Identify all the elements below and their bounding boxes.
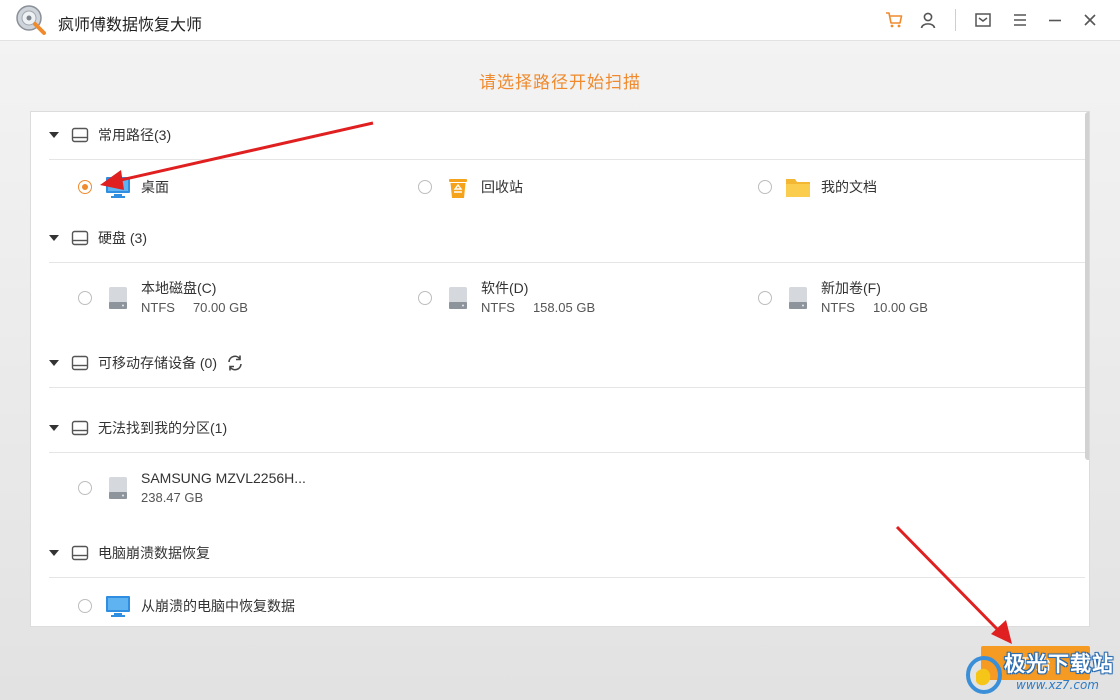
section-label: 无法找到我的分区(1) — [98, 420, 228, 436]
disk-info: 新加卷(F) NTFS 10.00 GB — [821, 278, 928, 318]
user-icon — [920, 12, 936, 29]
app-logo-icon — [16, 5, 46, 35]
drive-outline-icon — [71, 420, 89, 436]
drive-outline-icon — [71, 127, 89, 143]
radio-button[interactable] — [78, 599, 92, 613]
hard-drive-icon — [444, 284, 472, 312]
disk-meta: NTFS 10.00 GB — [821, 298, 928, 318]
app-title: 疯师傅数据恢复大师 — [58, 17, 203, 34]
section-lost-partitions[interactable]: 无法找到我的分区(1) — [49, 417, 227, 439]
close-button[interactable] — [1078, 8, 1102, 32]
item-label: 我的文档 — [821, 179, 877, 195]
caret-down-icon[interactable] — [49, 360, 59, 366]
minimize-icon — [1049, 19, 1061, 22]
section-hard-disks[interactable]: 硬盘 (3) — [49, 227, 147, 249]
section-divider — [49, 159, 1085, 160]
recycle-bin-icon — [444, 173, 472, 201]
section-divider — [49, 577, 1085, 578]
disk-meta: NTFS 158.05 GB — [481, 298, 595, 318]
drive-outline-icon — [71, 545, 89, 561]
watermark-logo-icon — [966, 656, 1002, 694]
path-item-recycle-bin[interactable]: 回收站 — [418, 173, 523, 201]
message-button[interactable] — [971, 8, 995, 32]
disk-name: 本地磁盘(C) — [141, 280, 217, 296]
section-divider — [49, 262, 1085, 263]
account-button[interactable] — [916, 8, 940, 32]
watermark-url: www.xz7.com — [1016, 678, 1099, 692]
disk-size: 158.05 GB — [532, 300, 596, 315]
disk-info: 软件(D) NTFS 158.05 GB — [481, 278, 595, 318]
item-label: 从崩溃的电脑中恢复数据 — [141, 598, 295, 614]
hard-drive-icon — [104, 474, 132, 502]
section-label: 常用路径(3) — [98, 127, 172, 143]
mail-icon — [975, 13, 991, 27]
menu-button[interactable] — [1008, 8, 1032, 32]
disk-size: 10.00 GB — [872, 300, 928, 315]
disk-meta: NTFS 70.00 GB — [141, 298, 248, 318]
disk-filesystem: NTFS — [481, 300, 515, 315]
disk-filesystem: NTFS — [821, 300, 855, 315]
path-item-desktop[interactable]: 桌面 — [78, 173, 169, 201]
cart-icon — [886, 12, 903, 28]
title-bar: 疯师傅数据恢复大师 — [0, 0, 1120, 41]
drive-outline-icon — [71, 230, 89, 246]
location-panel: 常用路径(3) 桌面 回收站 我的文档 硬盘 (3) 本地磁盘(C) NTFS … — [30, 111, 1090, 627]
disk-filesystem: NTFS — [141, 300, 175, 315]
minimize-button[interactable] — [1043, 8, 1067, 32]
item-label: 回收站 — [481, 179, 523, 195]
drive-outline-icon — [71, 355, 89, 371]
disk-size: 238.47 GB — [141, 490, 204, 505]
section-label: 可移动存储设备 (0) — [98, 355, 217, 371]
close-icon — [1084, 14, 1096, 26]
radio-button[interactable] — [78, 180, 92, 194]
radio-button[interactable] — [78, 481, 92, 495]
radio-button[interactable] — [78, 291, 92, 305]
disk-name: 新加卷(F) — [821, 280, 881, 296]
titlebar-separator — [955, 9, 956, 31]
watermark-text: 极光下载站 — [1004, 653, 1114, 676]
disk-info: SAMSUNG MZVL2256H... 238.47 GB — [141, 468, 306, 508]
lost-partition-item[interactable]: SAMSUNG MZVL2256H... 238.47 GB — [78, 468, 306, 508]
caret-down-icon[interactable] — [49, 235, 59, 241]
item-label: 桌面 — [141, 179, 169, 195]
watermark: 极光下载站 www.xz7.com — [960, 645, 1120, 700]
cart-button[interactable] — [882, 8, 906, 32]
section-removable-devices[interactable]: 可移动存储设备 (0) — [49, 352, 245, 374]
disk-size: 70.00 GB — [192, 300, 248, 315]
section-common-paths[interactable]: 常用路径(3) — [49, 124, 171, 146]
page-subtitle: 请选择路径开始扫描 — [479, 73, 641, 92]
section-divider — [49, 387, 1085, 388]
caret-down-icon[interactable] — [49, 550, 59, 556]
caret-down-icon[interactable] — [49, 132, 59, 138]
hard-drive-icon — [104, 284, 132, 312]
path-item-documents[interactable]: 我的文档 — [758, 173, 877, 201]
disk-item-c[interactable]: 本地磁盘(C) NTFS 70.00 GB — [78, 278, 248, 318]
section-divider — [49, 452, 1085, 453]
radio-button[interactable] — [758, 180, 772, 194]
disk-item-d[interactable]: 软件(D) NTFS 158.05 GB — [418, 278, 595, 318]
hard-drive-icon — [784, 284, 812, 312]
radio-button[interactable] — [418, 180, 432, 194]
disk-info: 本地磁盘(C) NTFS 70.00 GB — [141, 278, 248, 318]
section-label: 硬盘 (3) — [98, 230, 147, 246]
crash-recovery-item[interactable]: 从崩溃的电脑中恢复数据 — [78, 592, 295, 620]
scrollbar-thumb[interactable] — [1085, 112, 1089, 460]
desktop-monitor-icon — [104, 592, 132, 620]
disk-name: 软件(D) — [481, 280, 529, 296]
folder-icon — [784, 173, 812, 201]
disk-name: SAMSUNG MZVL2256H... — [141, 470, 306, 486]
refresh-icon[interactable] — [225, 354, 245, 372]
caret-down-icon[interactable] — [49, 425, 59, 431]
main-content: 请选择路径开始扫描 常用路径(3) 桌面 回收站 我的文档 硬盘 (3) 本地磁… — [0, 41, 1120, 700]
radio-button[interactable] — [418, 291, 432, 305]
radio-button[interactable] — [758, 291, 772, 305]
menu-icon — [1014, 14, 1026, 26]
section-label: 电脑崩溃数据恢复 — [98, 545, 210, 561]
disk-item-f[interactable]: 新加卷(F) NTFS 10.00 GB — [758, 278, 928, 318]
desktop-monitor-icon — [104, 173, 132, 201]
section-crash-recovery[interactable]: 电脑崩溃数据恢复 — [49, 542, 210, 564]
